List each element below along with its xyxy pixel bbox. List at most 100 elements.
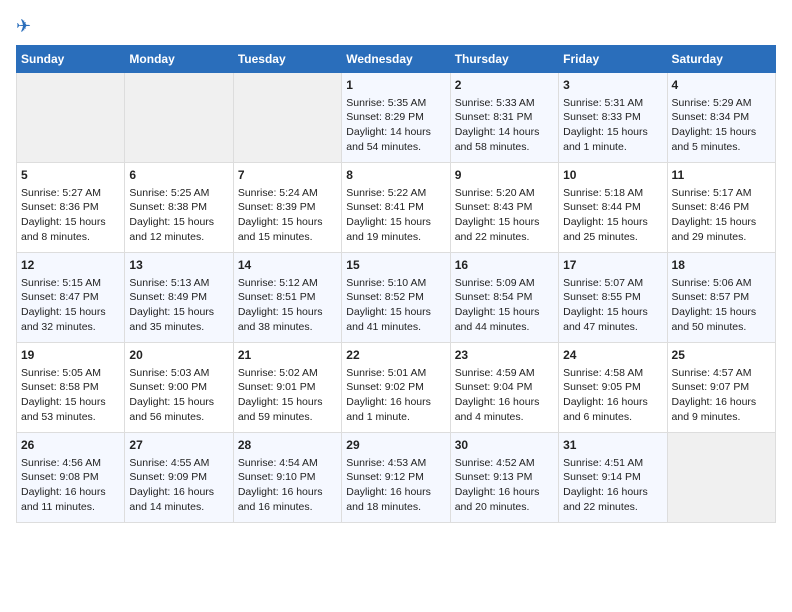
day-cell-29: 29Sunrise: 4:53 AMSunset: 9:12 PMDayligh… bbox=[342, 433, 450, 523]
day-info-line: Sunrise: 5:20 AM bbox=[455, 186, 554, 201]
day-info-line: Sunset: 8:41 PM bbox=[346, 200, 445, 215]
day-cell-8: 8Sunrise: 5:22 AMSunset: 8:41 PMDaylight… bbox=[342, 163, 450, 253]
week-row-4: 19Sunrise: 5:05 AMSunset: 8:58 PMDayligh… bbox=[17, 343, 776, 433]
day-number: 16 bbox=[455, 257, 554, 274]
day-info-line: Sunset: 8:51 PM bbox=[238, 290, 337, 305]
day-info-line: Daylight: 15 hours bbox=[238, 215, 337, 230]
day-info-line: Daylight: 15 hours bbox=[21, 215, 120, 230]
day-info-line: Sunset: 9:08 PM bbox=[21, 470, 120, 485]
day-info-line: Daylight: 15 hours bbox=[672, 125, 771, 140]
day-number: 22 bbox=[346, 347, 445, 364]
day-info-line: and 50 minutes. bbox=[672, 320, 771, 335]
logo: ✈ bbox=[16, 16, 31, 37]
day-info-line: Sunrise: 4:52 AM bbox=[455, 456, 554, 471]
day-info-line: Sunset: 8:47 PM bbox=[21, 290, 120, 305]
day-number: 2 bbox=[455, 77, 554, 94]
day-number: 13 bbox=[129, 257, 228, 274]
day-number: 20 bbox=[129, 347, 228, 364]
day-info-line: Daylight: 15 hours bbox=[455, 305, 554, 320]
day-info-line: Daylight: 15 hours bbox=[455, 215, 554, 230]
day-info-line: Sunrise: 5:13 AM bbox=[129, 276, 228, 291]
day-cell-30: 30 Sunrise: 4:52 AMSunset: 9:13 PMDayligh… bbox=[450, 433, 558, 523]
day-info-line: and 8 minutes. bbox=[21, 230, 120, 245]
day-number: 31 bbox=[563, 437, 662, 454]
day-info-line: Daylight: 16 hours bbox=[455, 485, 554, 500]
day-info-line: Daylight: 15 hours bbox=[238, 395, 337, 410]
day-info-line: Sunrise: 5:01 AM bbox=[346, 366, 445, 381]
header-cell-monday: Monday bbox=[125, 46, 233, 73]
day-info-line: and 59 minutes. bbox=[238, 410, 337, 425]
day-info-line: Sunset: 8:31 PM bbox=[455, 110, 554, 125]
day-info-line: and 14 minutes. bbox=[129, 500, 228, 515]
day-info-line: Sunrise: 5:06 AM bbox=[672, 276, 771, 291]
day-info-line: and 56 minutes. bbox=[129, 410, 228, 425]
day-info-line: Daylight: 15 hours bbox=[129, 395, 228, 410]
day-info-line: and 22 minutes. bbox=[455, 230, 554, 245]
day-number: 25 bbox=[672, 347, 771, 364]
day-cell-6: 6Sunrise: 5:25 AMSunset: 8:38 PMDaylight… bbox=[125, 163, 233, 253]
logo-bird-icon: ✈ bbox=[16, 16, 31, 36]
day-info-line: and 4 minutes. bbox=[455, 410, 554, 425]
day-cell-28: 28Sunrise: 4:54 AMSunset: 9:10 PMDayligh… bbox=[233, 433, 341, 523]
day-number: 14 bbox=[238, 257, 337, 274]
day-info-line: Sunrise: 5:25 AM bbox=[129, 186, 228, 201]
day-cell-9: 9Sunrise: 5:20 AMSunset: 8:43 PMDaylight… bbox=[450, 163, 558, 253]
day-info-line: Sunrise: 5:18 AM bbox=[563, 186, 662, 201]
day-number: 9 bbox=[455, 167, 554, 184]
day-number: 23 bbox=[455, 347, 554, 364]
day-info-line: and 19 minutes. bbox=[346, 230, 445, 245]
day-info-line: Sunrise: 4:51 AM bbox=[563, 456, 662, 471]
day-cell-27: 27Sunrise: 4:55 AMSunset: 9:09 PMDayligh… bbox=[125, 433, 233, 523]
day-info-line: and 32 minutes. bbox=[21, 320, 120, 335]
day-number: 8 bbox=[346, 167, 445, 184]
day-info-line: Sunset: 8:33 PM bbox=[563, 110, 662, 125]
day-cell-empty bbox=[233, 73, 341, 163]
day-info-line: Sunrise: 5:12 AM bbox=[238, 276, 337, 291]
day-info-line: Sunrise: 5:29 AM bbox=[672, 96, 771, 111]
day-info-line: Sunset: 8:34 PM bbox=[672, 110, 771, 125]
week-row-1: 1Sunrise: 5:35 AMSunset: 8:29 PMDaylight… bbox=[17, 73, 776, 163]
day-number: 6 bbox=[129, 167, 228, 184]
day-info-line: Sunset: 8:52 PM bbox=[346, 290, 445, 305]
day-cell-18: 18Sunrise: 5:06 AMSunset: 8:57 PMDayligh… bbox=[667, 253, 775, 343]
day-cell-25: 25Sunrise: 4:57 AMSunset: 9:07 PMDayligh… bbox=[667, 343, 775, 433]
day-info-line: Daylight: 16 hours bbox=[346, 395, 445, 410]
header-cell-wednesday: Wednesday bbox=[342, 46, 450, 73]
day-info-line: Daylight: 15 hours bbox=[563, 305, 662, 320]
day-info-line: and 29 minutes. bbox=[672, 230, 771, 245]
day-info-line: Sunrise: 5:05 AM bbox=[21, 366, 120, 381]
day-number: 18 bbox=[672, 257, 771, 274]
week-row-5: 26Sunrise: 4:56 AMSunset: 9:08 PMDayligh… bbox=[17, 433, 776, 523]
week-row-3: 12Sunrise: 5:15 AMSunset: 8:47 PMDayligh… bbox=[17, 253, 776, 343]
day-number: 28 bbox=[238, 437, 337, 454]
day-number: 3 bbox=[563, 77, 662, 94]
day-info-line: Daylight: 16 hours bbox=[129, 485, 228, 500]
day-number: 12 bbox=[21, 257, 120, 274]
day-number: 30 bbox=[455, 437, 554, 454]
day-info-line: Daylight: 15 hours bbox=[21, 395, 120, 410]
day-number: 7 bbox=[238, 167, 337, 184]
logo-text: ✈ bbox=[16, 16, 31, 37]
day-info-line: Daylight: 16 hours bbox=[563, 485, 662, 500]
day-cell-22: 22Sunrise: 5:01 AMSunset: 9:02 PMDayligh… bbox=[342, 343, 450, 433]
day-info-line: Sunset: 9:12 PM bbox=[346, 470, 445, 485]
day-info-line: Sunset: 9:01 PM bbox=[238, 380, 337, 395]
day-info-line: Daylight: 16 hours bbox=[346, 485, 445, 500]
day-info-line: Daylight: 16 hours bbox=[455, 395, 554, 410]
day-cell-14: 14Sunrise: 5:12 AMSunset: 8:51 PMDayligh… bbox=[233, 253, 341, 343]
day-number: 24 bbox=[563, 347, 662, 364]
day-cell-23: 23Sunrise: 4:59 AMSunset: 9:04 PMDayligh… bbox=[450, 343, 558, 433]
header-cell-sunday: Sunday bbox=[17, 46, 125, 73]
day-info-line: and 18 minutes. bbox=[346, 500, 445, 515]
day-info-line: Sunset: 9:04 PM bbox=[455, 380, 554, 395]
day-info-line: Sunrise: 4:54 AM bbox=[238, 456, 337, 471]
day-info-line: and 41 minutes. bbox=[346, 320, 445, 335]
day-cell-11: 11Sunrise: 5:17 AMSunset: 8:46 PMDayligh… bbox=[667, 163, 775, 253]
day-cell-5: 5Sunrise: 5:27 AMSunset: 8:36 PMDaylight… bbox=[17, 163, 125, 253]
day-info-line: Daylight: 14 hours bbox=[455, 125, 554, 140]
day-info-line: and 16 minutes. bbox=[238, 500, 337, 515]
day-info-line: Sunset: 9:13 PM bbox=[455, 470, 554, 485]
day-info-line: Daylight: 15 hours bbox=[129, 305, 228, 320]
day-info-line: Daylight: 15 hours bbox=[672, 215, 771, 230]
header-cell-saturday: Saturday bbox=[667, 46, 775, 73]
